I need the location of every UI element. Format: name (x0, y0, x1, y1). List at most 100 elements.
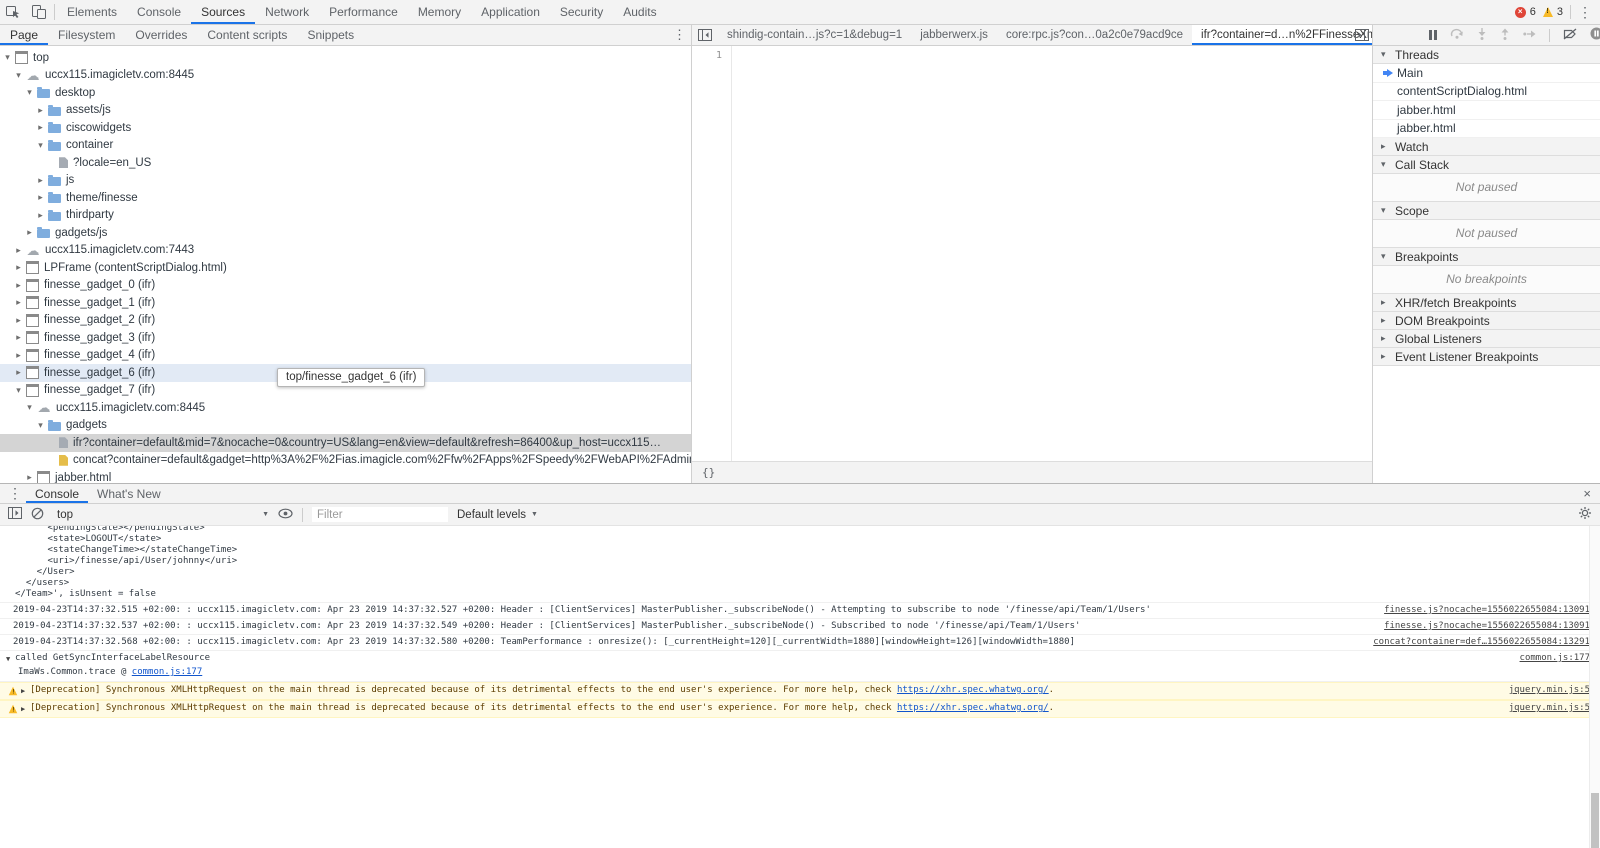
section-header-global-listeners[interactable]: ▸Global Listeners (1373, 330, 1600, 348)
pause-on-exceptions-icon[interactable] (1590, 27, 1600, 43)
tree-expander-icon[interactable]: ▸ (13, 332, 24, 343)
message-source-link[interactable]: concat?container=def…1556022655084:13291 (1359, 637, 1590, 648)
tree-expander-icon[interactable]: ▾ (35, 140, 46, 151)
panel-tab-sources[interactable]: Sources (191, 0, 255, 24)
device-toolbar-icon[interactable] (26, 0, 52, 24)
editor-tab-ifr-container-d-n-2ffinessexml[interactable]: ifr?container=d…n%2FFinesseXml× (1192, 25, 1373, 45)
inspect-element-icon[interactable] (0, 0, 26, 24)
tree-expander-icon[interactable]: ▸ (35, 105, 46, 116)
clear-console-icon[interactable] (31, 507, 44, 523)
navigator-tab-page[interactable]: Page (0, 25, 48, 45)
step-icon[interactable] (1523, 28, 1536, 42)
message-expander-icon[interactable]: ▶ (21, 704, 30, 715)
section-header-dom-breakpoints[interactable]: ▸DOM Breakpoints (1373, 312, 1600, 330)
thread-item[interactable]: Main (1373, 64, 1600, 83)
console-sidebar-toggle-icon[interactable] (8, 507, 22, 522)
section-header-call-stack[interactable]: ▾Call Stack (1373, 156, 1600, 174)
navigator-tab-snippets[interactable]: Snippets (297, 25, 364, 45)
message-source-link[interactable]: jquery.min.js:5 (1495, 685, 1590, 696)
thread-item[interactable]: jabber.html (1373, 120, 1600, 139)
log-levels-dropdown[interactable]: Default levels ▼ (457, 509, 538, 521)
tree-item-concat-container-default-gadget-http-3a-[interactable]: concat?container=default&gadget=http%3A%… (0, 452, 691, 470)
group-expander-icon[interactable]: ▼ (6, 654, 15, 665)
panel-tab-audits[interactable]: Audits (613, 0, 666, 24)
tree-item-desktop[interactable]: ▾desktop (0, 84, 691, 102)
code-editor[interactable]: 1 (692, 46, 1372, 461)
message-source-link[interactable]: jquery.min.js:5 (1495, 703, 1590, 714)
tree-item-ciscowidgets[interactable]: ▸ciscowidgets (0, 119, 691, 137)
more-options-icon[interactable]: ⋮ (1578, 4, 1592, 21)
tree-item-locale-en-us[interactable]: ?locale=en_US (0, 154, 691, 172)
step-out-icon[interactable] (1500, 28, 1510, 43)
tree-expander-icon[interactable]: ▸ (35, 210, 46, 221)
tree-item-uccx115-imagicletv-com-8445[interactable]: ▾☁uccx115.imagicletv.com:8445 (0, 399, 691, 417)
group-header[interactable]: ▼called GetSyncInterfaceLabelResourcecom… (0, 651, 1600, 667)
message-source-link[interactable]: finesse.js?nocache=1556022655084:13091 (1370, 621, 1590, 632)
message-source-link[interactable]: finesse.js?nocache=1556022655084:13091 (1370, 605, 1590, 616)
tree-expander-icon[interactable]: ▸ (35, 175, 46, 186)
tree-expander-icon[interactable]: ▸ (35, 192, 46, 203)
step-over-icon[interactable] (1450, 28, 1464, 42)
hide-debugger-sidebar-icon[interactable] (1355, 29, 1369, 44)
tree-expander-icon[interactable]: ▾ (35, 420, 46, 431)
tree-item-jabber-html[interactable]: ▸jabber.html (0, 469, 691, 483)
step-into-icon[interactable] (1477, 28, 1487, 43)
panel-tab-memory[interactable]: Memory (408, 0, 471, 24)
tree-item-gadgets-js[interactable]: ▸gadgets/js (0, 224, 691, 242)
panel-tab-security[interactable]: Security (550, 0, 613, 24)
console-settings-gear-icon[interactable] (1578, 506, 1592, 523)
pause-script-icon[interactable] (1429, 30, 1437, 40)
section-header-watch[interactable]: ▸Watch (1373, 138, 1600, 156)
section-header-breakpoints[interactable]: ▾Breakpoints (1373, 248, 1600, 266)
editor-tab-shindig-contain-js-c-1-debug-1[interactable]: shindig-contain…js?c=1&debug=1 (718, 25, 911, 45)
tree-item-lpframe-contentscriptdialog-html[interactable]: ▸LPFrame (contentScriptDialog.html) (0, 259, 691, 277)
console-scrollbar[interactable] (1589, 526, 1600, 848)
editor-tab-jabberwerx-js[interactable]: jabberwerx.js (911, 25, 997, 45)
navigator-tab-filesystem[interactable]: Filesystem (48, 25, 125, 45)
navigator-tab-overrides[interactable]: Overrides (125, 25, 197, 45)
message-inline-link[interactable]: https://xhr.spec.whatwg.org/ (897, 703, 1049, 713)
thread-item[interactable]: contentScriptDialog.html (1373, 83, 1600, 102)
tree-item-finesse-gadget-0-ifr[interactable]: ▸finesse_gadget_0 (ifr) (0, 277, 691, 295)
tree-expander-icon[interactable]: ▾ (2, 52, 13, 63)
tree-item-gadgets[interactable]: ▾gadgets (0, 417, 691, 435)
message-inline-link[interactable]: common.js:177 (132, 667, 202, 677)
tree-expander-icon[interactable]: ▾ (13, 70, 24, 81)
section-header-xhr-fetch-breakpoints[interactable]: ▸XHR/fetch Breakpoints (1373, 294, 1600, 312)
panel-tab-elements[interactable]: Elements (57, 0, 127, 24)
section-header-event-listener-breakpoints[interactable]: ▸Event Listener Breakpoints (1373, 348, 1600, 366)
message-inline-link[interactable]: https://xhr.spec.whatwg.org/ (897, 685, 1049, 695)
editor-tab-core-rpc-js-con-0a2c0e79acd9ce[interactable]: core:rpc.js?con…0a2c0e79acd9ce (997, 25, 1192, 45)
tree-expander-icon[interactable]: ▾ (24, 87, 35, 98)
section-header-threads[interactable]: ▾Threads (1373, 46, 1600, 64)
tree-expander-icon[interactable]: ▸ (13, 262, 24, 273)
tree-expander-icon[interactable]: ▸ (24, 227, 35, 238)
tree-item-thirdparty[interactable]: ▸thirdparty (0, 207, 691, 225)
thread-item[interactable]: jabber.html (1373, 101, 1600, 120)
tree-item-container[interactable]: ▾container (0, 137, 691, 155)
tree-item-assets-js[interactable]: ▸assets/js (0, 102, 691, 120)
tree-item-finesse-gadget-2-ifr[interactable]: ▸finesse_gadget_2 (ifr) (0, 312, 691, 330)
deactivate-breakpoints-icon[interactable] (1563, 28, 1577, 43)
tree-item-js[interactable]: ▸js (0, 172, 691, 190)
message-expander-icon[interactable]: ▶ (21, 686, 30, 697)
pretty-print-icon[interactable]: {} (702, 466, 715, 479)
panel-tab-console[interactable]: Console (127, 0, 191, 24)
live-expression-eye-icon[interactable] (278, 508, 293, 522)
warning-badge[interactable]: 3 (1543, 6, 1563, 18)
tree-item-ifr-container-default-mid-7-nocache-0-co[interactable]: ifr?container=default&mid=7&nocache=0&co… (0, 434, 691, 452)
drawer-tab-what-s-new[interactable]: What's New (88, 484, 170, 503)
navigator-tab-content-scripts[interactable]: Content scripts (197, 25, 297, 45)
tree-item-uccx115-imagicletv-com-7443[interactable]: ▸☁uccx115.imagicletv.com:7443 (0, 242, 691, 260)
tree-expander-icon[interactable]: ▾ (13, 385, 24, 396)
tree-expander-icon[interactable]: ▸ (24, 472, 35, 483)
frame-context-selector[interactable]: top ▼ (53, 509, 269, 521)
tree-item-theme-finesse[interactable]: ▸theme/finesse (0, 189, 691, 207)
section-header-scope[interactable]: ▾Scope (1373, 202, 1600, 220)
tree-expander-icon[interactable]: ▾ (24, 402, 35, 413)
scrollbar-thumb[interactable] (1591, 793, 1599, 848)
panel-tab-performance[interactable]: Performance (319, 0, 408, 24)
tree-expander-icon[interactable]: ▸ (13, 350, 24, 361)
console-filter-input[interactable] (312, 507, 448, 522)
panel-tab-network[interactable]: Network (255, 0, 319, 24)
